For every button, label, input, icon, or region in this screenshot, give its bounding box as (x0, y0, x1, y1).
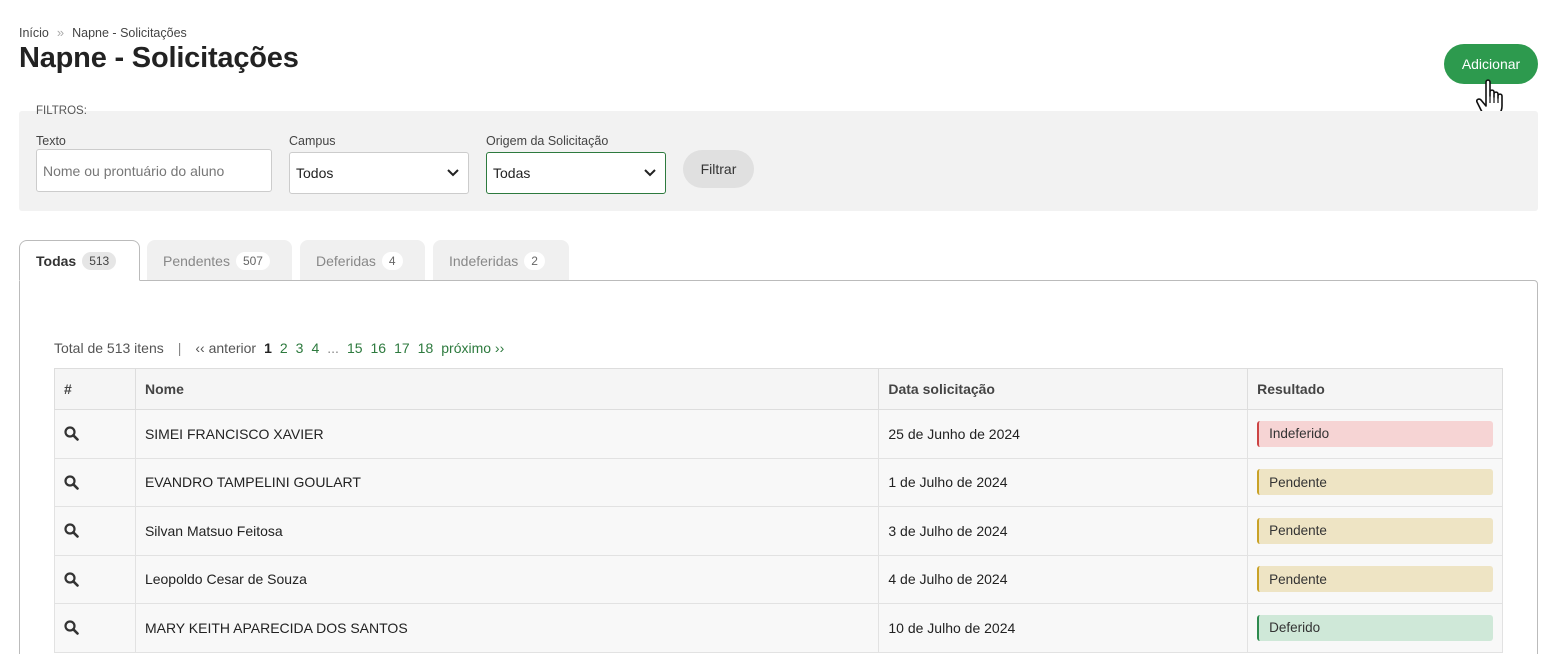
tab-label: Todas (36, 252, 77, 269)
filter-button[interactable]: Filtrar (683, 150, 754, 188)
column-header-nome[interactable]: Nome (134, 368, 880, 410)
table-row: EVANDRO TAMPELINI GOULART 1 de Julho de … (54, 457, 1503, 507)
text-filter-input[interactable]: Nome ou prontuário do aluno (36, 149, 272, 192)
row-nome: MARY KEITH APARECIDA DOS SANTOS (134, 603, 880, 653)
table-row: MARY KEITH APARECIDA DOS SANTOS 10 de Ju… (54, 603, 1503, 653)
tab-label: Pendentes (163, 252, 230, 269)
column-header-index: # (54, 368, 136, 410)
row-data: 4 de Julho de 2024 (878, 554, 1249, 604)
pagination-ellipsis: ... (327, 340, 339, 356)
origem-filter-label: Origem da Solicitação (486, 134, 609, 148)
page-link[interactable]: 18 (418, 340, 434, 356)
column-header-data[interactable]: Data solicitação (878, 368, 1249, 410)
pagination-divider: | (177, 340, 182, 356)
page-link[interactable]: 15 (347, 340, 363, 356)
page-link[interactable]: 16 (371, 340, 387, 356)
status-badge: Pendente (1257, 517, 1493, 544)
row-data: 10 de Julho de 2024 (878, 603, 1249, 653)
campus-select[interactable]: Todos (289, 152, 469, 194)
search-icon[interactable] (64, 475, 79, 490)
view-cell[interactable] (54, 409, 136, 459)
row-nome: EVANDRO TAMPELINI GOULART (134, 457, 880, 507)
search-icon[interactable] (64, 426, 79, 442)
filters-title: FILTROS: (36, 105, 87, 117)
row-resultado: Indeferido (1247, 409, 1503, 459)
search-icon[interactable] (64, 620, 79, 636)
row-resultado: Deferido (1247, 603, 1503, 653)
status-badge: Deferido (1257, 614, 1493, 641)
breadcrumb-current: Napne - Solicitações (72, 25, 187, 40)
column-header-resultado[interactable]: Resultado (1247, 368, 1503, 410)
row-nome: Silvan Matsuo Feitosa (134, 506, 880, 556)
row-data: 1 de Julho de 2024 (878, 457, 1249, 507)
tab-todas[interactable]: Todas 513 (19, 240, 140, 281)
chevron-down-icon (644, 169, 656, 177)
tab-label: Indeferidas (449, 252, 519, 269)
breadcrumb-separator: » (56, 25, 65, 40)
row-resultado: Pendente (1247, 457, 1503, 507)
view-cell[interactable] (54, 554, 136, 604)
view-cell[interactable] (54, 603, 136, 653)
table-row: Silvan Matsuo Feitosa 3 de Julho de 2024… (54, 506, 1503, 556)
view-cell[interactable] (54, 506, 136, 556)
row-nome: Leopoldo Cesar de Souza (134, 554, 880, 604)
page-link[interactable]: 4 (311, 340, 319, 356)
chevron-down-icon (447, 169, 459, 177)
table-header-row: # Nome Data solicitação Resultado (54, 368, 1503, 410)
row-nome: SIMEI FRANCISCO XAVIER (134, 409, 880, 459)
tab-count-badge: 2 (524, 251, 545, 270)
breadcrumb: Início » Napne - Solicitações (19, 25, 187, 40)
tab-count-badge: 4 (381, 251, 403, 270)
tab-pendentes[interactable]: Pendentes 507 (147, 240, 292, 281)
origem-select-value: Todas (493, 165, 531, 181)
row-resultado: Pendente (1247, 506, 1503, 556)
tab-label: Deferidas (316, 252, 376, 269)
tab-count-badge: 513 (82, 251, 117, 270)
total-items: Total de 513 itens (54, 340, 164, 356)
breadcrumb-home[interactable]: Início (19, 26, 49, 40)
search-icon[interactable] (64, 572, 79, 587)
tab-count-badge: 507 (235, 251, 270, 270)
next-page-link[interactable]: próximo ›› (441, 340, 504, 356)
tab-indeferidas[interactable]: Indeferidas 2 (433, 240, 569, 281)
status-badge: Pendente (1257, 566, 1493, 593)
campus-filter-label: Campus (289, 134, 336, 148)
solicitacoes-table: # Nome Data solicitação Resultado SIMEI … (54, 368, 1503, 653)
campus-select-value: Todos (296, 165, 334, 181)
page-link[interactable]: 2 (280, 340, 288, 356)
page-title: Napne - Solicitações (19, 42, 299, 74)
status-badge: Pendente (1257, 469, 1493, 496)
page-link-current: 1 (264, 340, 272, 356)
page-link[interactable]: 17 (394, 340, 410, 356)
tab-deferidas[interactable]: Deferidas 4 (300, 240, 425, 281)
text-filter-label: Texto (36, 134, 66, 148)
row-data: 25 de Junho de 2024 (878, 409, 1249, 459)
status-badge: Indeferido (1257, 420, 1493, 447)
view-cell[interactable] (54, 457, 136, 507)
table-row: Leopoldo Cesar de Souza 4 de Julho de 20… (54, 554, 1503, 604)
page-link[interactable]: 3 (296, 340, 304, 356)
prev-page-link[interactable]: ‹‹ anterior (195, 340, 256, 356)
row-data: 3 de Julho de 2024 (878, 506, 1249, 556)
origem-select[interactable]: Todas (486, 152, 666, 194)
pagination: Total de 513 itens | ‹‹ anterior 1 2 3 4… (54, 340, 504, 356)
row-resultado: Pendente (1247, 554, 1503, 604)
table-row: SIMEI FRANCISCO XAVIER 25 de Junho de 20… (54, 409, 1503, 459)
search-icon[interactable] (64, 523, 79, 539)
